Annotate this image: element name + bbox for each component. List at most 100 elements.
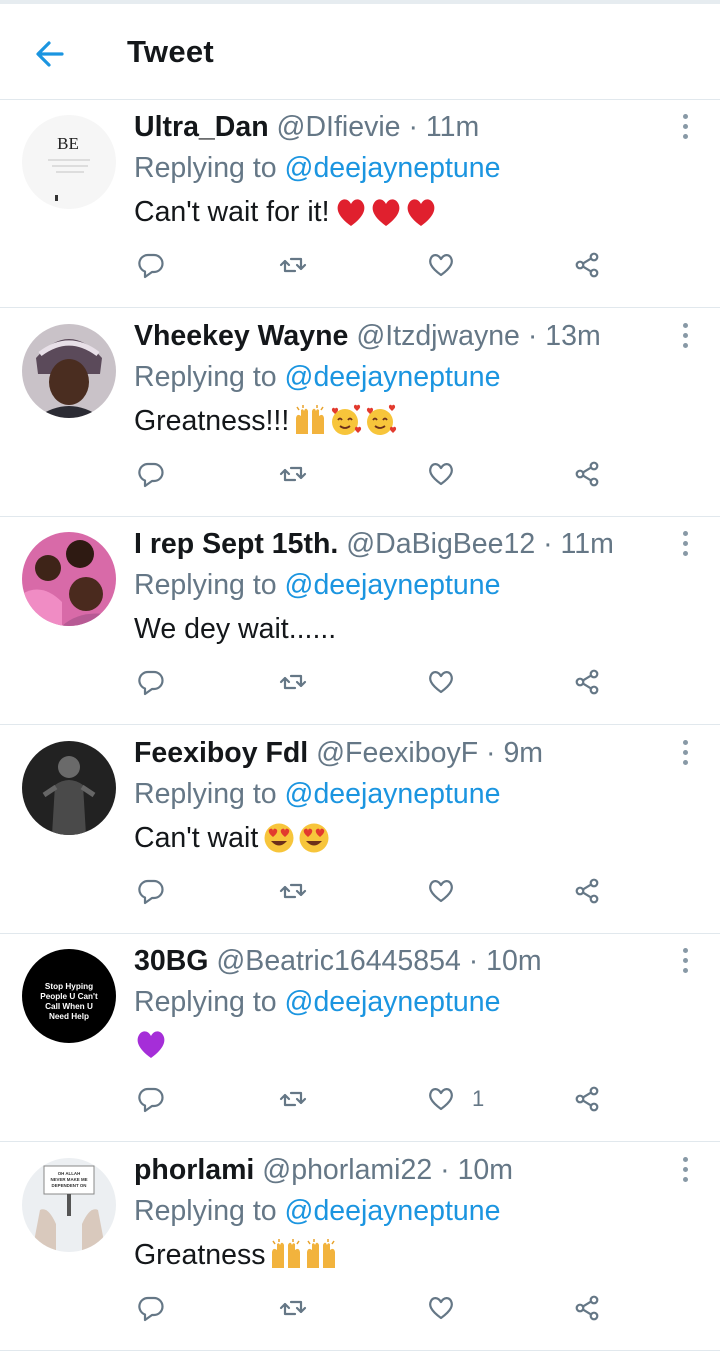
timestamp: 9m (503, 736, 544, 769)
reply-button[interactable] (136, 1288, 166, 1328)
user-handle[interactable]: @DIfievie (277, 111, 401, 143)
like-icon (429, 671, 453, 694)
svg-text:People U Can't: People U Can't (40, 992, 98, 1001)
replying-to: Replying to @deejayneptune (134, 985, 500, 1019)
reply-button[interactable] (136, 245, 166, 285)
tweet-actions (0, 1288, 720, 1328)
replying-to: Replying to @deejayneptune (134, 1194, 500, 1228)
share-button[interactable] (572, 1288, 602, 1328)
like-button[interactable]: 1 (426, 1079, 484, 1119)
display-name[interactable]: I rep Sept 15th. (134, 528, 338, 560)
share-button[interactable] (572, 245, 602, 285)
like-button[interactable] (426, 662, 456, 702)
timestamp: 11m (560, 528, 614, 560)
like-count: 1 (472, 1086, 485, 1111)
timestamp: 11m (425, 111, 480, 143)
mention-link[interactable]: @deejayneptune (285, 986, 501, 1018)
heart-emoji (337, 199, 364, 226)
replying-to-label: Replying to (134, 360, 285, 393)
avatar[interactable] (22, 323, 116, 418)
display-name[interactable]: Ultra_Dan (134, 111, 269, 143)
retweet-button[interactable] (278, 1079, 308, 1119)
share-button[interactable] (572, 871, 602, 911)
reply-button[interactable] (136, 454, 166, 494)
tweet-actions (0, 245, 720, 285)
more-options-button[interactable] (680, 529, 690, 559)
retweet-button[interactable] (278, 1288, 308, 1328)
replying-to-label: Replying to (134, 569, 285, 601)
more-vertical-icon (680, 531, 690, 556)
avatar[interactable] (22, 740, 116, 835)
mention-link[interactable]: @deejayneptune (285, 569, 501, 601)
display-name[interactable]: Feexiboy Fdl (134, 737, 308, 769)
timestamp: 10m (457, 1153, 514, 1186)
tweet-body: We dey wait...... (134, 613, 337, 645)
user-handle[interactable]: @phorlami22 (262, 1154, 432, 1186)
replying-to: Replying to @deejayneptune (134, 360, 500, 394)
retweet-button[interactable] (278, 871, 308, 911)
retweet-button[interactable] (278, 245, 308, 285)
reply-button[interactable] (136, 1079, 166, 1119)
mention-link[interactable]: @deejayneptune (285, 152, 501, 184)
tweet-text: Can't wait for it! (134, 193, 439, 231)
tweet[interactable]: OH ALLAH NEVER MAKE ME DEPENDENT ON phorla… (0, 1143, 720, 1351)
more-vertical-icon (680, 114, 690, 139)
separator-dot: · (408, 111, 418, 143)
replying-to: Replying to @deejayneptune (134, 151, 500, 185)
share-button[interactable] (572, 454, 602, 494)
user-handle[interactable]: @Beatric16445854 (216, 945, 460, 977)
reply-icon (138, 1296, 164, 1321)
mention-link[interactable]: @deejayneptune (285, 1195, 501, 1227)
replying-to-label: Replying to (134, 152, 285, 184)
like-button[interactable] (426, 454, 456, 494)
display-name[interactable]: Vheekey Wayne (134, 320, 348, 352)
mention-link[interactable]: @deejayneptune (285, 361, 501, 393)
more-options-button[interactable] (680, 738, 690, 768)
reply-button[interactable] (136, 871, 166, 911)
like-button[interactable] (426, 245, 456, 285)
more-options-button[interactable] (680, 946, 690, 976)
like-button[interactable] (426, 871, 456, 911)
reply-icon (138, 253, 164, 279)
tweet[interactable]: I rep Sept 15th. @DaBigBee12 · 11m Reply… (0, 517, 720, 725)
mention-link[interactable]: @deejayneptune (285, 778, 501, 810)
raised-hands-emoji (307, 1238, 336, 1268)
more-options-button[interactable] (680, 321, 690, 351)
raised-hands-emoji (272, 1238, 301, 1268)
more-options-button[interactable] (680, 1155, 690, 1185)
share-button[interactable] (572, 1079, 602, 1119)
retweet-icon (279, 257, 307, 273)
reply-icon (138, 670, 164, 696)
tweet-body: Can't wait for it! (134, 196, 330, 228)
back-button[interactable] (30, 34, 70, 74)
like-icon (429, 254, 453, 277)
svg-text:Need Help: Need Help (49, 1012, 89, 1021)
avatar[interactable]: BE (22, 115, 116, 209)
user-handle[interactable]: @DaBigBee12 (346, 528, 535, 560)
like-icon (429, 879, 453, 902)
tweet[interactable]: Stop Hyping People U Can't Call When U Need… (0, 934, 720, 1142)
replying-to: Replying to @deejayneptune (134, 777, 500, 811)
avatar[interactable]: Stop Hyping People U Can't Call When U Need… (22, 949, 116, 1043)
display-name[interactable]: 30BG (134, 945, 208, 977)
tweet-actions (0, 454, 720, 494)
tweet-text: Can't wait (134, 819, 332, 857)
user-handle[interactable]: @Itzdjwayne (356, 320, 520, 352)
more-options-button[interactable] (680, 112, 690, 142)
separator-dot: · (527, 319, 538, 352)
tweet[interactable]: Feexiboy Fdl @FeexiboyF · 9m Replying to… (0, 726, 720, 934)
avatar[interactable] (22, 532, 116, 626)
retweet-button[interactable] (278, 662, 308, 702)
retweet-icon (279, 1300, 307, 1315)
retweet-button[interactable] (278, 454, 308, 494)
reply-button[interactable] (136, 662, 166, 702)
user-handle[interactable]: @FeexiboyF (316, 737, 478, 769)
tweet[interactable]: Vheekey Wayne @Itzdjwayne · 13m Replying… (0, 309, 720, 517)
svg-text:BE: BE (57, 134, 79, 153)
share-button[interactable] (572, 662, 602, 702)
like-icon (429, 1296, 453, 1319)
like-button[interactable] (426, 1288, 456, 1328)
display-name[interactable]: phorlami (134, 1154, 254, 1186)
tweet[interactable]: BE Ultra_Dan @DIfievie · 11m Replying to… (0, 100, 720, 308)
avatar[interactable]: OH ALLAH NEVER MAKE ME DEPENDENT ON (22, 1157, 116, 1252)
